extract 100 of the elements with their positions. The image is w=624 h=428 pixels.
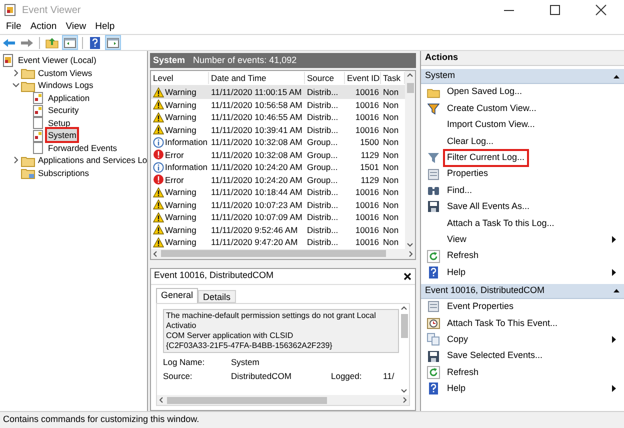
tree-item[interactable]: Event Viewer (Local) [17, 54, 98, 66]
command-link[interactable]: Attach Task To This Event... [445, 316, 560, 330]
table-row[interactable]: Warning 11/11/2020 11:00:15 AM Distrib... 10016 Non [151, 86, 405, 98]
command-link[interactable]: Save Selected Events... [445, 349, 545, 363]
close-icon[interactable] [403, 272, 412, 280]
description-line: COM Server application with CLSID [166, 330, 294, 340]
folder-icon [21, 166, 35, 180]
command-link[interactable]: Help [445, 382, 468, 396]
table-cell-text: 1129 [360, 148, 380, 162]
command-link[interactable]: Copy [445, 332, 470, 346]
column-header[interactable]: Date and Time [209, 72, 305, 84]
warning-icon [153, 236, 164, 248]
column-header[interactable]: Level [151, 72, 209, 84]
command-link[interactable]: Refresh [445, 366, 481, 380]
table-cell-text: Distrib... [306, 198, 340, 212]
table-row[interactable]: Error 11/11/2020 10:24:20 AM Group... 1129 Non [151, 174, 405, 186]
command-link[interactable]: Filter Current Log... [445, 151, 527, 164]
command-link[interactable]: View [445, 232, 468, 246]
command-link[interactable]: Save All Events As... [445, 200, 532, 214]
table-cell-text: 1500 [359, 136, 380, 149]
warning-icon [153, 212, 164, 223]
command-link[interactable]: Import Custom View... [445, 118, 537, 132]
scroll-thumb[interactable] [406, 83, 414, 93]
table-cell: Warning [165, 236, 196, 248]
scroll-right-icon [407, 250, 415, 258]
horizontal-scrollbar[interactable] [151, 248, 415, 258]
vertical-scrollbar[interactable] [399, 304, 409, 395]
table-row[interactable]: Warning 11/11/2020 10:56:58 AM Distrib... 10016 Non [151, 98, 405, 111]
command-link[interactable]: Attach a Task To this Log... [445, 216, 556, 230]
section-header[interactable]: System [421, 69, 624, 84]
scroll-thumb[interactable] [400, 314, 408, 338]
command-link[interactable]: Open Saved Log... [445, 85, 524, 99]
tab[interactable]: Details [198, 290, 236, 302]
table-row[interactable]: Information 11/11/2020 10:32:08 AM Group... 1500 Non [151, 136, 405, 148]
chevron-right-icon[interactable] [11, 68, 21, 78]
menu-item[interactable]: Action [26, 20, 61, 34]
command-link[interactable]: Clear Log... [445, 134, 496, 148]
menu-item[interactable]: View [62, 20, 90, 34]
tab[interactable]: General [156, 288, 198, 302]
table-cell-text: Distrib... [306, 111, 340, 124]
table-row[interactable]: Warning 11/11/2020 9:52:46 AM Distrib... 10016 Non [151, 224, 405, 236]
tree-item[interactable]: Application [47, 92, 91, 104]
pane-icon [63, 36, 77, 50]
copy-icon [427, 333, 440, 346]
menu-item[interactable]: File [2, 20, 26, 34]
scroll-thumb[interactable] [161, 250, 386, 257]
table-row[interactable]: Warning 11/11/2020 10:18:44 AM Distrib... 10016 Non [151, 186, 405, 198]
command-link[interactable]: Refresh [445, 249, 481, 263]
table-cell-text: 11/11/2020 10:07:23 AM [210, 198, 304, 212]
horizontal-scrollbar[interactable] [157, 395, 409, 405]
toolbar-button[interactable] [87, 35, 103, 50]
table-cell-text: Distrib... [306, 86, 340, 99]
table-row[interactable]: Warning 11/11/2020 10:46:55 AM Distrib... 10016 Non [151, 111, 405, 124]
command-link[interactable]: Help [445, 266, 468, 280]
toolbar-button[interactable] [62, 35, 78, 50]
pane-icon [106, 36, 120, 50]
tree-item[interactable]: Forwarded Events [47, 142, 118, 154]
table-row[interactable]: Warning 11/11/2020 10:39:41 AM Distrib... 10016 Non [151, 124, 405, 136]
toolbar-button[interactable] [105, 35, 121, 50]
properties-icon [427, 300, 440, 314]
table-row[interactable]: Warning 11/11/2020 10:07:09 AM Distrib... 10016 Non [151, 211, 405, 224]
menu-item[interactable]: Help [91, 20, 119, 34]
table-cell-text: Non [382, 111, 400, 124]
table-row[interactable]: Warning 11/11/2020 10:07:23 AM Distrib... 10016 Non [151, 198, 405, 211]
toolbar-button[interactable] [44, 35, 60, 50]
command-link[interactable]: Event Properties [445, 300, 516, 314]
column-header[interactable]: Source [305, 72, 345, 84]
table-row[interactable]: Information 11/11/2020 10:24:20 AM Group... 1501 Non [151, 161, 405, 174]
table-cell-text: Non [382, 124, 400, 136]
scroll-up-icon [400, 304, 408, 312]
table-cell-text: 1501 [359, 161, 380, 174]
field-value: 11/ [383, 370, 396, 383]
tree-item[interactable]: Setup [47, 116, 72, 129]
log-icon [31, 104, 45, 117]
tree-item[interactable]: Subscriptions [37, 166, 90, 179]
section-header[interactable]: Event 10016, DistributedCOM [421, 284, 624, 299]
tree-item[interactable]: System [47, 129, 78, 142]
table-row[interactable]: Warning 11/11/2020 9:47:20 AM Distrib... 10016 Non [151, 236, 405, 248]
table-cell-text: 10016 [354, 224, 380, 236]
window-title: Event Viewer [22, 4, 81, 18]
warning-icon [153, 224, 164, 236]
vertical-scrollbar[interactable] [405, 71, 415, 248]
column-header[interactable]: Event ID [345, 72, 381, 84]
tree-item[interactable]: Windows Logs [37, 79, 94, 92]
command-link[interactable]: Properties [445, 167, 490, 181]
folder-icon [21, 66, 35, 80]
tree-item[interactable]: Custom Views [37, 66, 94, 79]
error-icon [153, 149, 164, 160]
command-link[interactable]: Find... [445, 184, 474, 198]
table-cell: Information [165, 136, 208, 149]
page-icon [31, 141, 45, 154]
command-link[interactable]: Create Custom View... [445, 102, 538, 116]
tree-item[interactable]: Security [47, 104, 80, 116]
table-row[interactable]: Error 11/11/2020 10:32:08 AM Group... 1129 Non [151, 148, 405, 161]
chevron-right-icon[interactable] [11, 155, 21, 166]
collapse-icon[interactable] [613, 288, 620, 294]
scroll-thumb[interactable] [167, 396, 327, 404]
tree-item[interactable]: Applications and Services Lo [37, 154, 147, 166]
page-icon [31, 116, 45, 130]
collapse-icon[interactable] [613, 74, 620, 78]
